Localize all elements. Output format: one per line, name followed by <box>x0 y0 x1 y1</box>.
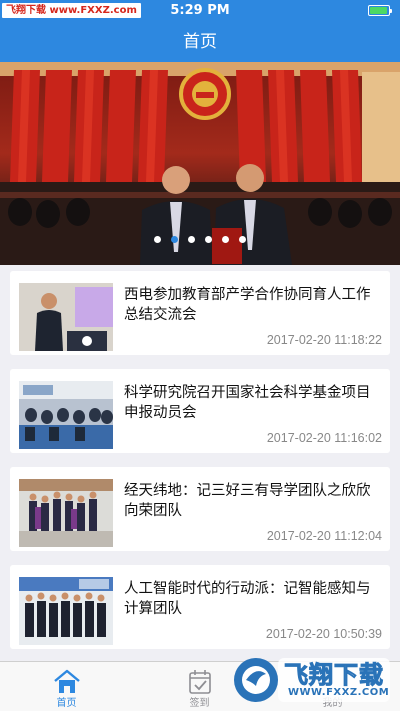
checkin-icon <box>189 670 211 694</box>
news-date: 2017-02-20 11:18:22 <box>266 333 382 347</box>
page-title: 首页 <box>183 32 217 52</box>
news-thumbnail <box>19 577 113 645</box>
news-date: 2017-02-20 11:16:02 <box>266 431 382 445</box>
status-bar: 飞翔下载 www.FXXZ.com 5:29 PM <box>0 0 400 22</box>
news-title: 人工智能时代的行动派：记智能感知与计算团队 <box>124 581 371 617</box>
news-thumbnail <box>19 283 113 351</box>
carousel-dots[interactable] <box>0 236 400 243</box>
news-item[interactable]: 经天纬地：记三好三有导学团队之欣欣向荣团队 2017-02-20 11:12:0… <box>10 467 390 551</box>
carousel-dot[interactable] <box>154 236 161 243</box>
watermark-logo-url: WWW.FXXZ.COM <box>288 687 390 698</box>
tab-home-label: 首页 <box>56 698 77 709</box>
banner-image <box>0 62 400 265</box>
navigation-bar: 首页 <box>0 22 400 62</box>
news-date: 2017-02-20 11:12:04 <box>266 529 382 543</box>
news-thumbnail <box>19 479 113 547</box>
watermark-logo-name: 飞翔下载 <box>284 661 384 690</box>
banner-carousel[interactable] <box>0 62 400 265</box>
news-date: 2017-02-20 10:50:39 <box>265 627 382 641</box>
news-item[interactable]: 西电参加教育部产学合作协同育人工作总结交流会 2017-02-20 11:18:… <box>10 271 390 355</box>
news-item[interactable]: 人工智能时代的行动派：记智能感知与计算团队 2017-02-20 10:50:3… <box>10 565 390 649</box>
news-title: 科学研究院召开国家社会科学基金项目申报动员会 <box>124 385 371 421</box>
tab-home[interactable]: 首页 <box>0 662 133 711</box>
battery-icon <box>368 5 392 16</box>
news-item[interactable]: 科学研究院召开国家社会科学基金项目申报动员会 2017-02-20 11:16:… <box>10 369 390 453</box>
carousel-dot[interactable] <box>239 236 246 243</box>
news-thumbnail <box>19 381 113 449</box>
status-time: 5:29 PM <box>170 3 230 18</box>
home-icon <box>54 669 80 693</box>
carousel-dot[interactable] <box>188 236 195 243</box>
carousel-dot[interactable] <box>205 236 212 243</box>
news-title: 西电参加教育部产学合作协同育人工作总结交流会 <box>124 287 371 323</box>
carousel-dot[interactable] <box>222 236 229 243</box>
carousel-dot[interactable] <box>171 236 178 243</box>
news-title: 经天纬地：记三好三有导学团队之欣欣向荣团队 <box>124 483 371 519</box>
